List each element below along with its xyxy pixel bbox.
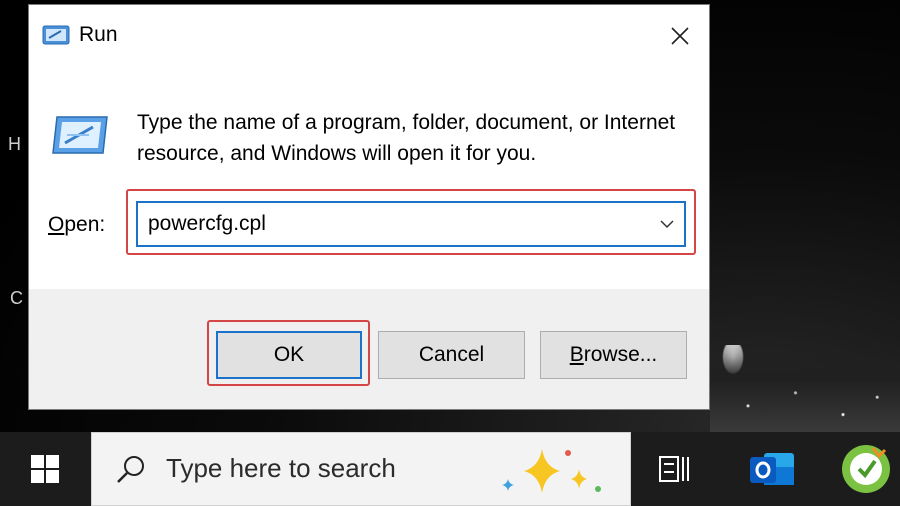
chevron-down-icon — [660, 220, 674, 229]
browse-accel: B — [569, 343, 584, 366]
windows-start-icon — [31, 455, 59, 483]
dialog-title: Run — [79, 23, 118, 46]
desktop-text-fragment: H — [8, 134, 21, 154]
dialog-footer: OK Cancel Browse... — [29, 289, 709, 409]
ok-button[interactable]: OK — [216, 331, 362, 379]
app-taskbar-button[interactable] — [836, 440, 896, 498]
green-app-icon — [842, 445, 890, 493]
city-lights — [710, 345, 900, 432]
dialog-description: Type the name of a program, folder, docu… — [137, 111, 676, 165]
close-button[interactable] — [657, 13, 703, 59]
dropdown-button[interactable] — [650, 203, 684, 245]
run-dialog: Run Type the name of a program, folder, … — [28, 4, 710, 410]
search-placeholder: Type here to search — [166, 453, 396, 483]
task-view-button[interactable] — [648, 446, 700, 492]
start-button[interactable] — [0, 432, 90, 506]
outlook-taskbar-button[interactable] — [742, 444, 802, 494]
cancel-button[interactable]: Cancel — [378, 331, 525, 379]
open-combobox[interactable] — [136, 201, 686, 247]
outlook-icon — [750, 453, 794, 485]
copilot-sparkle-icon[interactable] — [494, 441, 612, 506]
taskbar: Type here to search — [0, 432, 900, 506]
search-icon — [114, 453, 148, 492]
open-label-accel: O — [48, 213, 65, 236]
browse-button[interactable]: Browse... — [540, 331, 687, 379]
taskbar-search-box[interactable]: Type here to search — [91, 432, 631, 506]
open-input[interactable] — [138, 211, 650, 237]
task-view-icon — [659, 456, 689, 482]
browse-text: rowse... — [583, 343, 658, 366]
open-label-text: pen: — [64, 213, 106, 236]
desktop-text-fragment: C — [10, 288, 23, 308]
close-icon — [671, 27, 689, 45]
run-icon — [41, 23, 71, 52]
open-label: Open: — [48, 213, 105, 237]
dialog-titlebar[interactable]: Run — [29, 5, 709, 63]
run-large-icon — [49, 113, 111, 162]
